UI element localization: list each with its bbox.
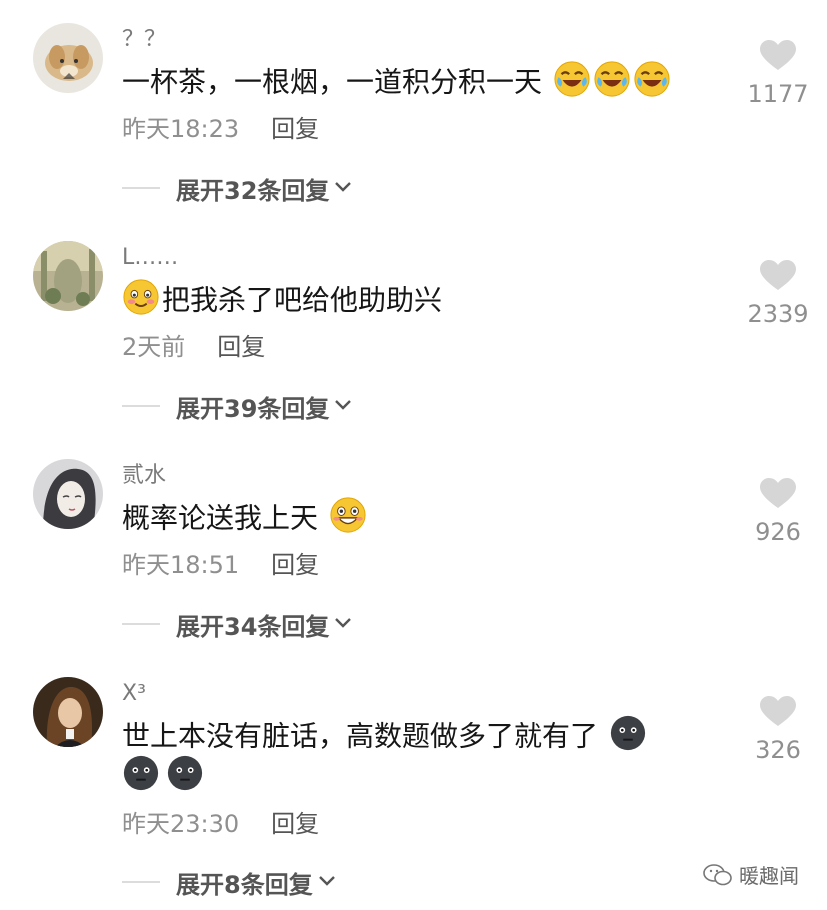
comment-text-content: 概率论送我上天 (122, 501, 319, 535)
chevron-down-icon (317, 873, 337, 892)
divider-line (122, 187, 160, 189)
chevron-down-icon (333, 615, 353, 634)
comment-text-content: 把我杀了吧给他助助兴 (162, 283, 443, 317)
expand-replies-button[interactable]: 展开39条回复 (122, 392, 353, 423)
like-count: 926 (755, 518, 801, 546)
avatar[interactable] (33, 23, 103, 93)
watermark-text: 暖趣闻 (739, 864, 799, 888)
smile-emoji (122, 278, 160, 325)
comment-item: 贰水 概率论送我上天 昨天18:51 回复 展开34条回复 926 (0, 436, 827, 654)
heart-icon (760, 696, 796, 726)
heart-icon (760, 40, 796, 70)
username[interactable]: 贰水 (122, 463, 166, 489)
laugh-cry-emoji (593, 60, 631, 107)
comment-item: X³ 世上本没有脏话，高数题做多了就有了 昨天23:30 回复 展开8条回复 32… (0, 654, 827, 899)
comment-meta: 2天前 回复 (122, 333, 265, 361)
expand-replies-label: 展开34条回复 (176, 612, 330, 641)
expand-replies-label: 展开39条回复 (176, 394, 330, 423)
comment-meta: 昨天18:51 回复 (122, 551, 319, 579)
like-button[interactable]: 1177 (743, 40, 813, 108)
chevron-down-icon (333, 397, 353, 416)
comment-time: 昨天18:51 (122, 551, 240, 579)
comment-time: 昨天18:23 (122, 115, 240, 143)
avatar[interactable] (33, 241, 103, 311)
heart-icon (760, 478, 796, 508)
avatar[interactable] (33, 459, 103, 529)
expand-replies-label: 展开8条回复 (176, 870, 313, 899)
comment-item: ？？ 一杯茶，一根烟，一道积分积一天 昨天18:23 回复 展开32条回复 117… (0, 0, 827, 218)
like-button[interactable]: 2339 (743, 260, 813, 328)
comment-text: 概率论送我上天 (122, 496, 367, 543)
grin-emoji (329, 496, 367, 543)
like-button[interactable]: 926 (743, 478, 813, 546)
reply-button[interactable]: 回复 (217, 333, 265, 361)
username[interactable]: X³ (122, 681, 146, 707)
dark-face-emoji (166, 754, 204, 805)
divider-line (122, 405, 160, 407)
comment-text: 把我杀了吧给他助助兴 (122, 278, 442, 325)
like-count: 2339 (747, 300, 809, 328)
comment-text-continuation (122, 754, 204, 805)
username[interactable]: L…… (122, 245, 178, 271)
expand-replies-button[interactable]: 展开8条回复 (122, 868, 337, 899)
like-count: 1177 (747, 80, 809, 108)
comment-time: 昨天23:30 (122, 810, 240, 838)
comment-meta: 昨天23:30 回复 (122, 810, 319, 838)
dark-face-emoji (609, 714, 647, 761)
comment-text-content: 一杯茶，一根烟，一道积分积一天 (122, 65, 543, 99)
laugh-cry-emoji (553, 60, 591, 107)
reply-button[interactable]: 回复 (271, 810, 319, 838)
username[interactable]: ？？ (122, 27, 166, 53)
watermark: 暖趣闻 (703, 860, 799, 889)
comment-text: 一杯茶，一根烟，一道积分积一天 (122, 60, 671, 107)
dark-face-emoji (122, 754, 160, 805)
avatar[interactable] (33, 677, 103, 747)
wechat-icon (703, 863, 732, 885)
like-count: 326 (755, 736, 801, 764)
heart-icon (760, 260, 796, 290)
like-button[interactable]: 326 (743, 696, 813, 764)
reply-button[interactable]: 回复 (271, 115, 319, 143)
comment-meta: 昨天18:23 回复 (122, 115, 319, 143)
divider-line (122, 881, 160, 883)
laugh-cry-emoji (633, 60, 671, 107)
comment-item: L…… 把我杀了吧给他助助兴 2天前 回复 展开39条回复 2339 (0, 218, 827, 436)
reply-button[interactable]: 回复 (271, 551, 319, 579)
expand-replies-button[interactable]: 展开34条回复 (122, 610, 353, 641)
comment-time: 2天前 (122, 333, 186, 361)
chevron-down-icon (333, 179, 353, 198)
comment-text-content: 世上本没有脏话，高数题做多了就有了 (122, 719, 599, 753)
expand-replies-label: 展开32条回复 (176, 176, 330, 205)
divider-line (122, 623, 160, 625)
expand-replies-button[interactable]: 展开32条回复 (122, 174, 353, 205)
